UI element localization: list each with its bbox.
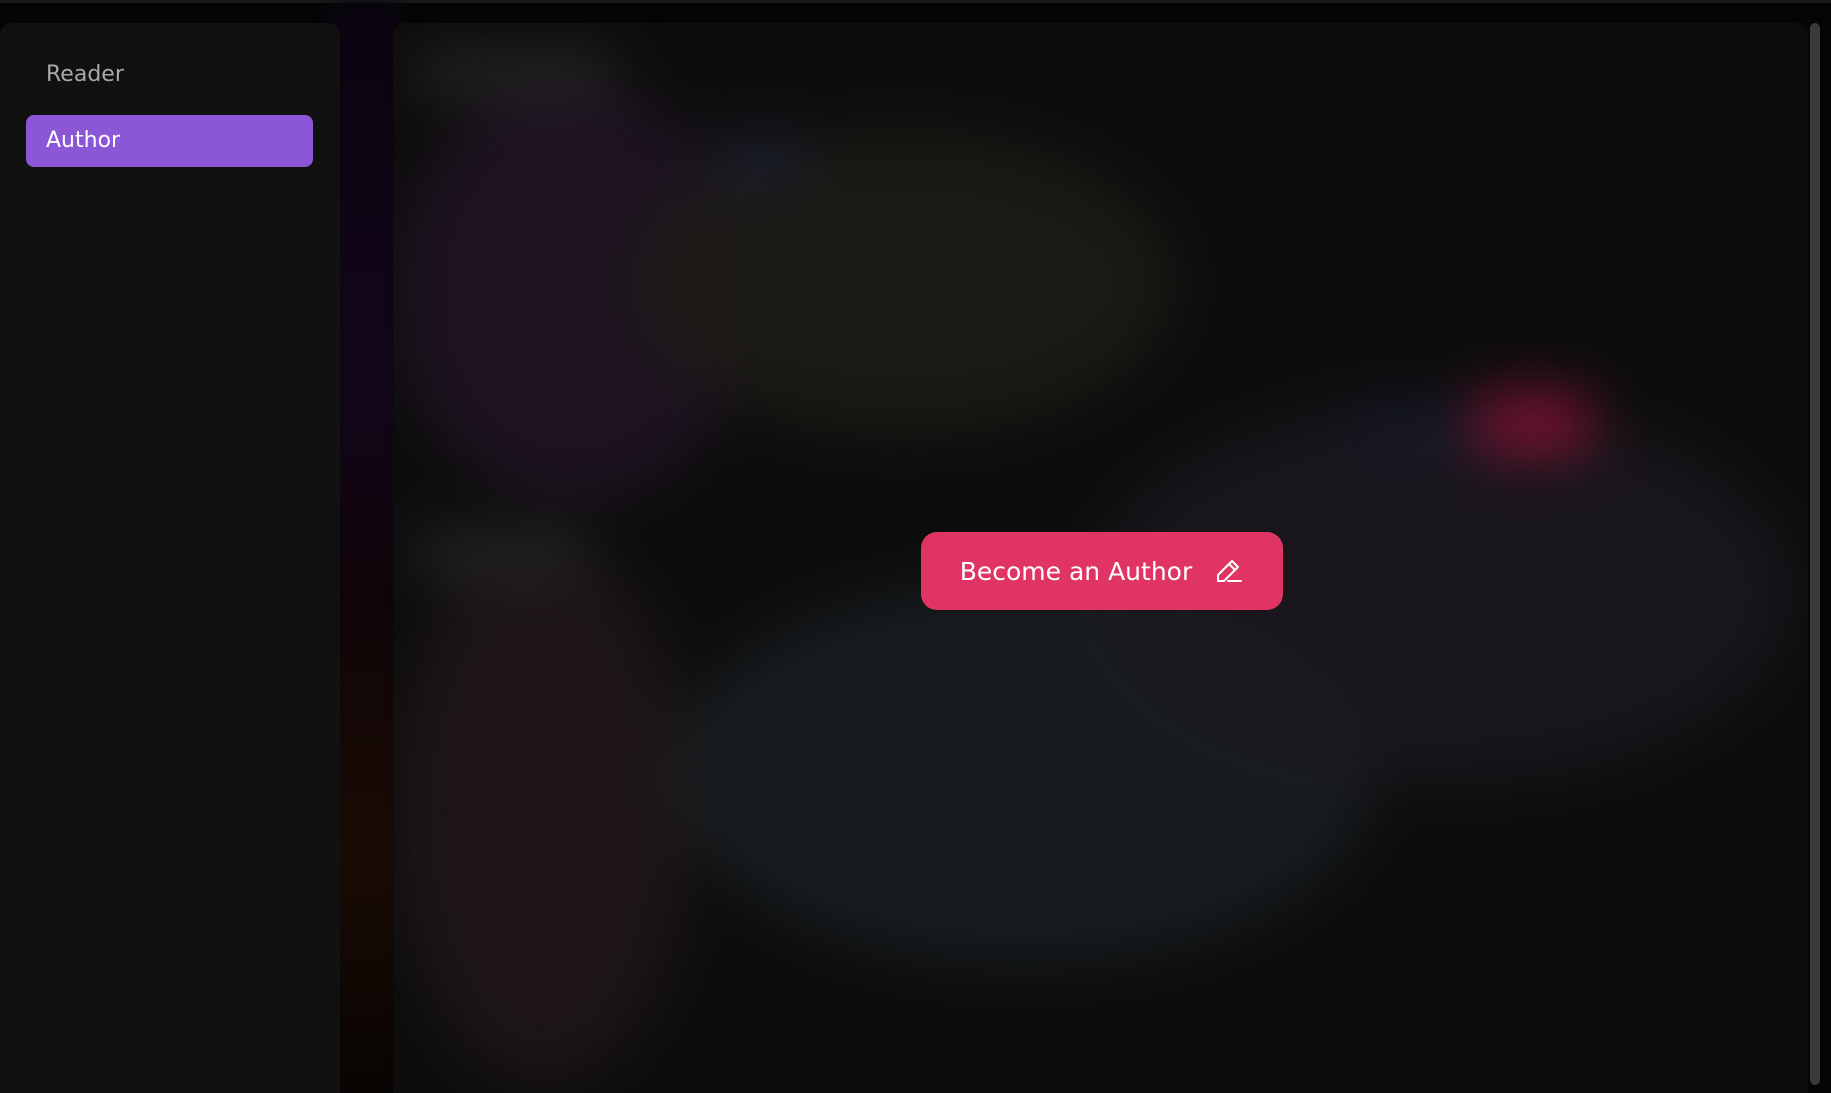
blurred-blob — [1343, 403, 1493, 453]
blurred-heading-shape — [413, 53, 613, 93]
sidebar: Reader Author — [0, 23, 340, 1093]
blurred-blob — [713, 133, 813, 193]
sidebar-item-author[interactable]: Author — [26, 115, 313, 167]
edge-glow — [330, 3, 400, 1093]
main-content-blurred: Become an Author — [393, 23, 1808, 1093]
blurred-blob — [633, 133, 1173, 433]
become-author-label: Become an Author — [959, 556, 1193, 586]
app-window: Reader Author Become an Author — [0, 0, 1831, 1093]
blurred-button-shape — [1473, 393, 1593, 453]
sidebar-item-reader[interactable]: Reader — [26, 49, 313, 101]
blurred-heading-shape — [413, 533, 583, 573]
blurred-blob — [393, 543, 693, 1083]
become-author-button[interactable]: Become an Author — [921, 532, 1283, 610]
scrollbar[interactable] — [1810, 23, 1820, 1085]
pencil-icon — [1214, 556, 1244, 586]
